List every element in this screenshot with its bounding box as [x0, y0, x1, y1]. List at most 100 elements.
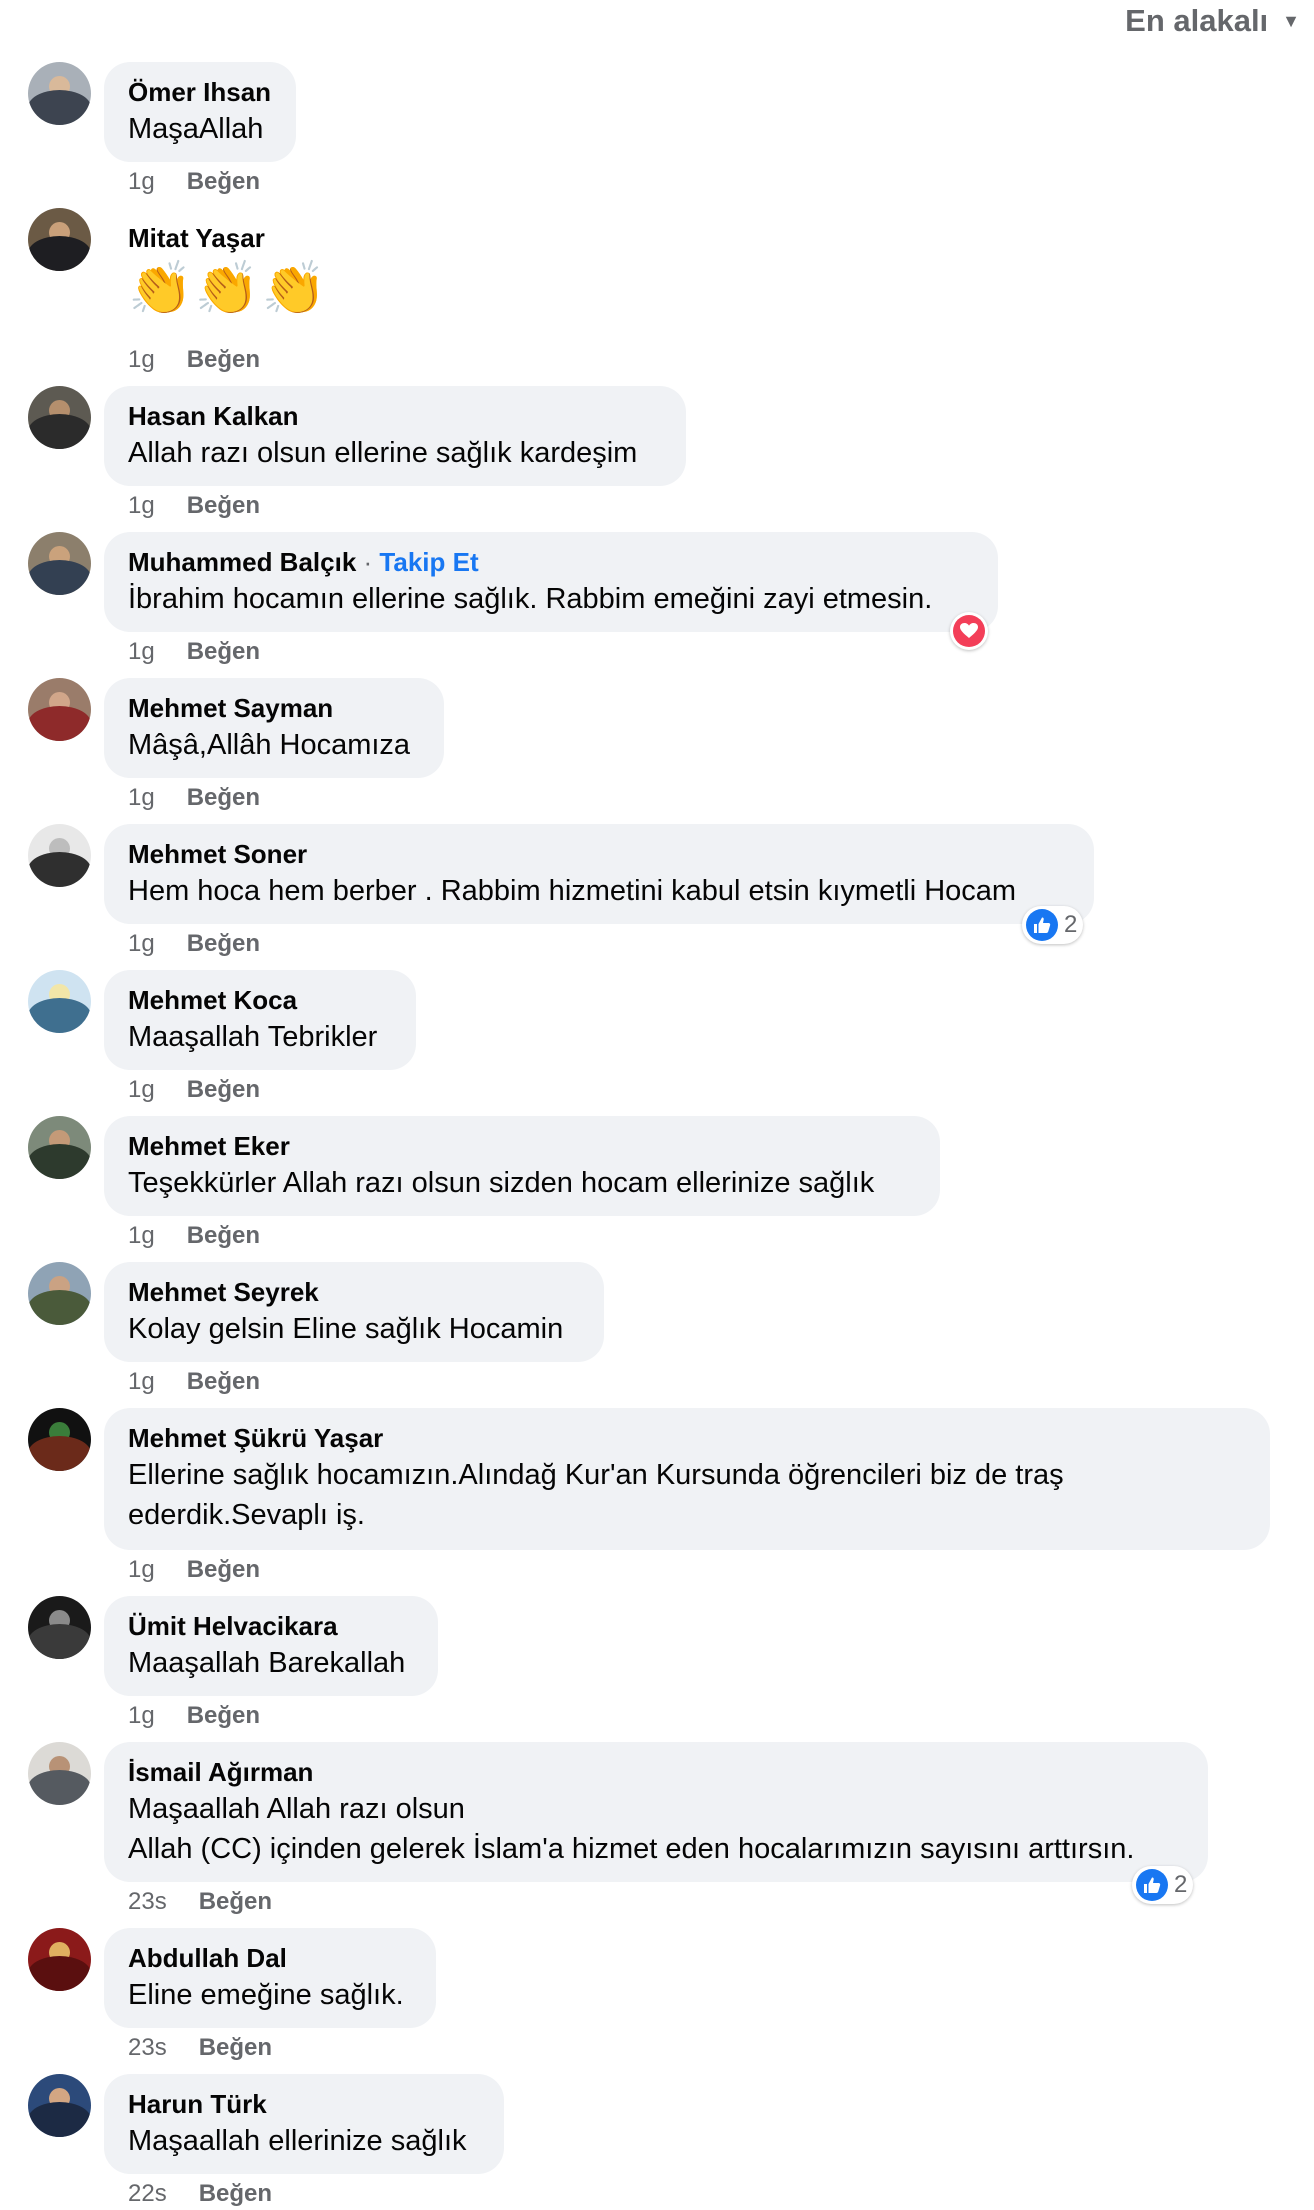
comment-time[interactable]: 1g: [128, 346, 155, 374]
avatar[interactable]: [28, 678, 91, 741]
like-button[interactable]: Beğen: [187, 784, 260, 812]
comment-meta: 1g Beğen: [128, 492, 260, 520]
like-button[interactable]: Beğen: [187, 638, 260, 666]
comment-text: Allah razı olsun ellerine sağlık kardeşi…: [128, 437, 638, 469]
comment-text: Teşekkürler Allah razı olsun sizden hoca…: [128, 1167, 875, 1199]
like-button[interactable]: Beğen: [187, 1702, 260, 1730]
avatar[interactable]: [28, 824, 91, 887]
avatar[interactable]: [28, 386, 91, 449]
avatar[interactable]: [28, 62, 91, 125]
comment-text: İbrahim hocamın ellerine sağlık. Rabbim …: [128, 583, 933, 615]
avatar[interactable]: [28, 2074, 91, 2137]
comment-text: Mâşâ,Allâh Hocamıza: [128, 729, 411, 761]
clapping-hands-emoji: 👏👏👏: [128, 260, 329, 318]
comment-meta: 23s Beğen: [128, 2034, 272, 2062]
comment-author[interactable]: Ömer Ihsan: [128, 75, 272, 109]
comment-bubble: Mehmet Soner Hem hoca hem berber . Rabbi…: [104, 824, 1094, 924]
like-button[interactable]: Beğen: [187, 346, 260, 374]
reaction-summary[interactable]: 2: [1132, 1866, 1194, 1904]
comment-text: Kolay gelsin Eline sağlık Hocamin: [128, 1313, 564, 1345]
like-button[interactable]: Beğen: [187, 1222, 260, 1250]
comment-author[interactable]: Abdullah Dal: [128, 1941, 412, 1975]
comment-author[interactable]: Hasan Kalkan: [128, 399, 662, 433]
comment-time[interactable]: 1g: [128, 638, 155, 666]
comment-time[interactable]: 1g: [128, 492, 155, 520]
comment-bubble: Muhammed Balçık · Takip Et İbrahim hocam…: [104, 532, 998, 632]
comment-meta: 1g Beğen: [128, 168, 260, 196]
comment-bubble: Mehmet Koca Maaşallah Tebrikler: [104, 970, 416, 1070]
avatar[interactable]: [28, 1928, 91, 1991]
comment-text: Ellerine sağlık hocamızın.Alındağ Kur'an…: [128, 1459, 1064, 1531]
avatar[interactable]: [28, 1116, 91, 1179]
comment-meta: 1g Beğen: [128, 1222, 260, 1250]
like-button[interactable]: Beğen: [199, 2180, 272, 2208]
comment-author[interactable]: Mehmet Sayman: [128, 691, 420, 725]
comment-author[interactable]: İsmail Ağırman: [128, 1755, 1184, 1789]
like-button[interactable]: Beğen: [199, 1888, 272, 1916]
comment-text: Maaşallah Tebrikler: [128, 1021, 378, 1053]
comment-bubble: Mehmet Sayman Mâşâ,Allâh Hocamıza: [104, 678, 444, 778]
comment-bubble: Mehmet Şükrü Yaşar Ellerine sağlık hocam…: [104, 1408, 1270, 1550]
comment-time[interactable]: 1g: [128, 930, 155, 958]
comment-bubble: İsmail Ağırman Maşaallah Allah razı olsu…: [104, 1742, 1208, 1882]
like-button[interactable]: Beğen: [187, 1368, 260, 1396]
comment-author[interactable]: Mehmet Koca: [128, 983, 392, 1017]
avatar[interactable]: [28, 970, 91, 1033]
comment-time[interactable]: 1g: [128, 1368, 155, 1396]
comment-bubble: Ömer Ihsan MaşaAllah: [104, 62, 296, 162]
reaction-summary[interactable]: [950, 612, 988, 650]
avatar[interactable]: [28, 1262, 91, 1325]
heart-reaction-icon: [953, 615, 985, 647]
comment-author[interactable]: Mitat Yaşar: [128, 221, 340, 255]
comment-time[interactable]: 23s: [128, 2034, 167, 2062]
comment-author[interactable]: Harun Türk: [128, 2087, 480, 2121]
comment-author[interactable]: Mehmet Şükrü Yaşar: [128, 1421, 1246, 1455]
like-button[interactable]: Beğen: [199, 2034, 272, 2062]
avatar[interactable]: [28, 208, 91, 271]
caret-down-icon: ▼: [1282, 10, 1300, 31]
comment-author[interactable]: Mehmet Seyrek: [128, 1275, 580, 1309]
comment-meta: 1g Beğen: [128, 1556, 260, 1584]
comment-time[interactable]: 22s: [128, 2180, 167, 2208]
comment-author[interactable]: Mehmet Soner: [128, 837, 1070, 871]
follow-link[interactable]: Takip Et: [379, 547, 478, 577]
comment-author[interactable]: Muhammed Balçık: [128, 547, 356, 577]
comment-time[interactable]: 1g: [128, 168, 155, 196]
comment-bubble: Harun Türk Maşaallah ellerinize sağlık: [104, 2074, 504, 2174]
like-button[interactable]: Beğen: [187, 168, 260, 196]
comment-author[interactable]: Ümit Helvacikara: [128, 1609, 414, 1643]
comment-text: Maşaallah Allah razı olsun Allah (CC) iç…: [128, 1793, 1135, 1865]
comment-meta: 1g Beğen: [128, 1368, 260, 1396]
comment-time[interactable]: 1g: [128, 1702, 155, 1730]
like-button[interactable]: Beğen: [187, 1556, 260, 1584]
comment-time[interactable]: 1g: [128, 1222, 155, 1250]
avatar[interactable]: [28, 532, 91, 595]
avatar[interactable]: [28, 1596, 91, 1659]
comment-meta: 23s Beğen: [128, 1888, 272, 1916]
comment-time[interactable]: 23s: [128, 1888, 167, 1916]
comment-meta: 22s Beğen: [128, 2180, 272, 2208]
comment-author-line: Muhammed Balçık · Takip Et: [128, 545, 974, 579]
comment-time[interactable]: 1g: [128, 1076, 155, 1104]
comment-bubble: Hasan Kalkan Allah razı olsun ellerine s…: [104, 386, 686, 486]
comment-meta: 1g Beğen: [128, 1076, 260, 1104]
comment-meta: 1g Beğen: [128, 638, 260, 666]
comment-bubble: Ümit Helvacikara Maaşallah Barekallah: [104, 1596, 438, 1696]
like-button[interactable]: Beğen: [187, 930, 260, 958]
comment-meta: 1g Beğen: [128, 346, 260, 374]
comment-text: MaşaAllah: [128, 113, 264, 145]
comment-meta: 1g Beğen: [128, 1702, 260, 1730]
avatar[interactable]: [28, 1408, 91, 1471]
comment-time[interactable]: 1g: [128, 784, 155, 812]
reaction-summary[interactable]: 2: [1022, 906, 1084, 944]
thumbs-up-icon: [1136, 1869, 1168, 1901]
comment-text: Maşaallah ellerinize sağlık: [128, 2125, 467, 2157]
sort-dropdown[interactable]: En alakalı ▼: [1125, 0, 1300, 42]
comment-time[interactable]: 1g: [128, 1556, 155, 1584]
reaction-count: 2: [1174, 1871, 1188, 1898]
like-button[interactable]: Beğen: [187, 1076, 260, 1104]
avatar[interactable]: [28, 1742, 91, 1805]
comment-meta: 1g Beğen: [128, 784, 260, 812]
like-button[interactable]: Beğen: [187, 492, 260, 520]
comment-author[interactable]: Mehmet Eker: [128, 1129, 916, 1163]
